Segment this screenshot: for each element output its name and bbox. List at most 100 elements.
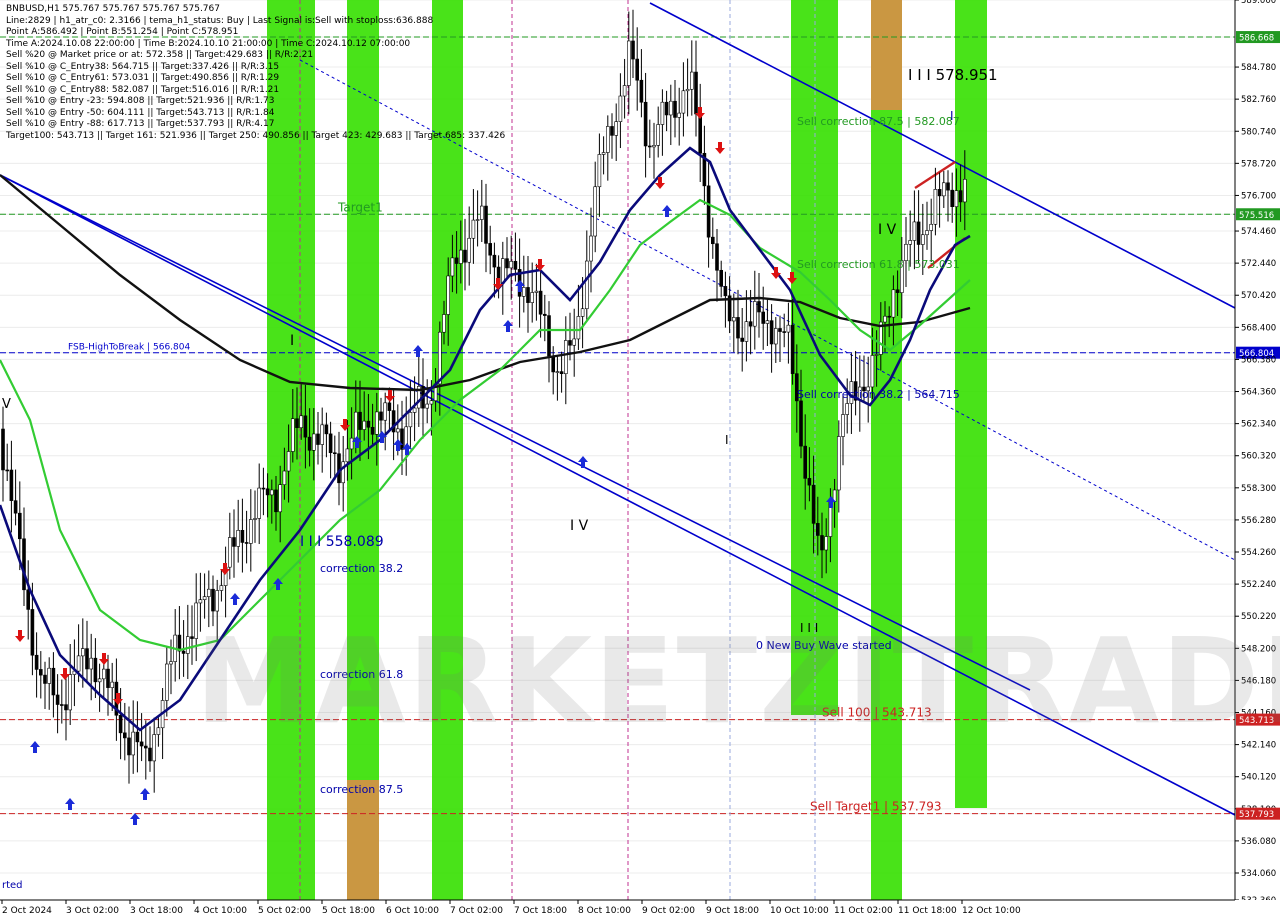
candle-body — [38, 669, 43, 676]
candle-body — [215, 590, 219, 612]
time-tick-label: 9 Oct 02:00 — [642, 906, 695, 916]
candle-body — [479, 205, 484, 220]
candle-body — [9, 469, 14, 501]
time-tick-label: 4 Oct 10:00 — [194, 906, 247, 916]
candle-body — [51, 667, 56, 696]
candle-body — [731, 317, 736, 322]
candle-body — [547, 315, 551, 357]
candle-body — [240, 530, 245, 543]
candle-body — [295, 418, 299, 428]
candle-body — [257, 487, 262, 519]
candle-body — [387, 402, 392, 411]
candle-body — [236, 530, 240, 547]
candle-body — [156, 727, 161, 735]
level-label: FSB-HighToBreak | 566.804 — [68, 343, 190, 353]
candle-body — [534, 290, 539, 293]
price-tick-label: 554.260 — [1241, 548, 1276, 558]
info-symbol-line: BNBUSD,H1 575.767 575.767 575.767 575.76… — [6, 4, 220, 14]
candle-body — [824, 536, 829, 551]
candle-body — [228, 537, 232, 568]
candle-body — [47, 667, 52, 684]
price-tick-label: 574.460 — [1241, 227, 1276, 237]
price-tick-label: 556.280 — [1241, 516, 1276, 526]
candle-body — [467, 237, 472, 263]
chart-annotation: correction 87.5 — [320, 783, 403, 796]
candle-body — [127, 737, 131, 756]
candle-body — [551, 355, 556, 373]
candle-body — [400, 428, 404, 450]
info-times-line: Time A:2024.10.08 22:00:00 | Time B:2024… — [6, 38, 411, 49]
candle-body — [307, 436, 312, 451]
time-tick-label: 5 Oct 18:00 — [322, 906, 375, 916]
price-tick-label: 552.240 — [1241, 580, 1276, 590]
candle-body — [290, 418, 295, 452]
candle-body — [106, 668, 110, 688]
candle-body — [43, 674, 47, 684]
candle-body — [261, 487, 266, 490]
candle-body — [353, 411, 358, 439]
candle-body — [790, 324, 795, 374]
candle-body — [311, 433, 316, 451]
chart-annotation: I I I 558.089 — [300, 534, 384, 550]
candle-body — [135, 731, 140, 743]
candle-body — [463, 249, 467, 263]
candle-body — [631, 40, 635, 60]
candle-body — [874, 354, 879, 356]
candle-body — [643, 101, 648, 147]
candle-body — [841, 414, 845, 437]
info-sell-line: Sell %10 @ Entry -50: 604.111 || Target:… — [6, 107, 275, 118]
candle-body — [395, 428, 400, 433]
candle-body — [845, 403, 850, 415]
candle-body — [324, 424, 329, 435]
candle-body — [181, 650, 186, 654]
candle-body — [165, 663, 169, 701]
candle-body — [59, 704, 64, 706]
candle-body — [647, 145, 652, 148]
time-tick-label: 6 Oct 10:00 — [386, 906, 439, 916]
candle-body — [925, 230, 929, 236]
level-badge-text: 537.793 — [1239, 810, 1274, 820]
candle-body — [425, 403, 430, 409]
candle-body — [740, 337, 745, 342]
candle-body — [757, 301, 761, 313]
candle-body — [81, 648, 85, 657]
candle-body — [278, 484, 283, 513]
candle-body — [920, 234, 925, 245]
candle-body — [374, 411, 379, 435]
candle-body — [505, 258, 509, 269]
time-tick-label: 11 Oct 18:00 — [898, 906, 957, 916]
candle-body — [320, 424, 325, 445]
candle-body — [773, 328, 778, 345]
chart-annotation: Sell correction 38.2 | 564.715 — [797, 388, 960, 401]
time-tick-label: 5 Oct 02:00 — [258, 906, 311, 916]
candle-body — [660, 101, 665, 125]
candle-body — [13, 500, 18, 514]
chart-annotation: I I I 578.951 — [908, 66, 998, 84]
candle-body — [286, 451, 291, 472]
info-points-line: Point A:586.492 | Point B:551.254 | Poin… — [6, 27, 239, 37]
candle-body — [555, 371, 560, 373]
candle-body — [139, 741, 144, 747]
candle-body — [589, 235, 593, 262]
candle-body — [639, 79, 644, 103]
candle-body — [652, 145, 656, 148]
candle-body — [576, 316, 581, 340]
candle-body — [458, 249, 463, 264]
candle-body — [958, 190, 963, 203]
info-sell-line: Sell %10 @ C_Entry88: 582.087 || Target:… — [6, 84, 280, 95]
chart-annotation: rted — [2, 880, 23, 891]
candle-body — [937, 189, 942, 197]
candle-body — [689, 71, 694, 90]
candle-body — [778, 328, 782, 332]
candle-body — [668, 100, 673, 116]
info-sell-line: Sell %20 @ Market price or at: 572.358 |… — [6, 50, 314, 60]
candle-body — [836, 436, 841, 491]
axis-background — [0, 900, 1280, 920]
candle-body — [1, 428, 5, 471]
candle-body — [803, 445, 808, 479]
candle-body — [207, 588, 211, 597]
time-tick-label: 7 Oct 18:00 — [514, 906, 567, 916]
candle-body — [26, 589, 31, 610]
candle-body — [17, 512, 22, 540]
candle-body — [916, 221, 921, 245]
